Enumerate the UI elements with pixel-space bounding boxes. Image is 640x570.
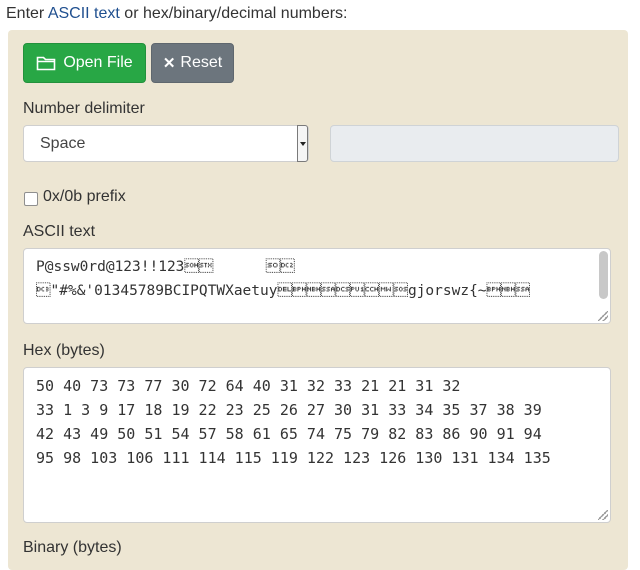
hex-line: 50 40 73 73 77 30 72 64 40 31 32 33 21 2…: [36, 377, 461, 395]
ascii-text-link[interactable]: ASCII text: [48, 5, 120, 22]
delimiter-select[interactable]: Space: [23, 125, 309, 162]
folder-icon: [37, 56, 56, 71]
custom-delimiter-input[interactable]: [330, 125, 619, 162]
chevron-down-icon[interactable]: [297, 125, 308, 162]
hex-line: 42 43 49 50 51 54 57 58 61 65 74 75 79 8…: [36, 425, 542, 443]
open-file-label: Open File: [63, 54, 133, 71]
resize-grip-icon[interactable]: [598, 311, 608, 321]
prefix-checkbox[interactable]: [24, 192, 38, 206]
converter-panel: Open File ✕ Reset Number delimiter Space…: [8, 30, 628, 570]
open-file-button[interactable]: Open File: [23, 43, 146, 83]
intro-text: Enter ASCII text or hex/binary/decimal n…: [6, 4, 348, 24]
ascii-line: : [36, 307, 176, 323]
number-delimiter-label: Number delimiter: [23, 100, 145, 117]
hex-line: 95 98 103 106 111 114 115 119 122 123 12…: [36, 449, 551, 467]
ascii-line: "#%&'01345789BCIPQTWXaetuygjor…: [36, 283, 531, 299]
hex-line: 33 1 3 9 17 18 19 22 23 25 26 27 30 31 3…: [36, 401, 542, 419]
delimiter-selected-value: Space: [40, 134, 86, 152]
ascii-scrollbar[interactable]: [599, 251, 608, 299]
resize-grip-icon[interactable]: [598, 510, 608, 520]
intro-suffix: or hex/binary/decimal numbers:: [119, 5, 348, 22]
reset-label: Reset: [180, 54, 223, 71]
ascii-textarea[interactable]: P@ssw0rd@123!!123  "#%&'01345789BCI…: [23, 248, 611, 324]
intro-prefix: Enter: [6, 5, 48, 22]
reset-button[interactable]: ✕ Reset: [151, 43, 234, 83]
prefix-label: 0x/0b prefix: [43, 188, 126, 205]
hex-label: Hex (bytes): [23, 342, 105, 359]
ascii-text-label: ASCII text: [23, 223, 96, 240]
close-icon: ✕: [162, 55, 176, 72]
binary-label: Binary (bytes): [23, 539, 122, 556]
ascii-line: P@ssw0rd@123!!123 : [36, 259, 295, 275]
hex-textarea[interactable]: 50 40 73 73 77 30 72 64 40 31 32 33 21 2…: [23, 367, 611, 523]
